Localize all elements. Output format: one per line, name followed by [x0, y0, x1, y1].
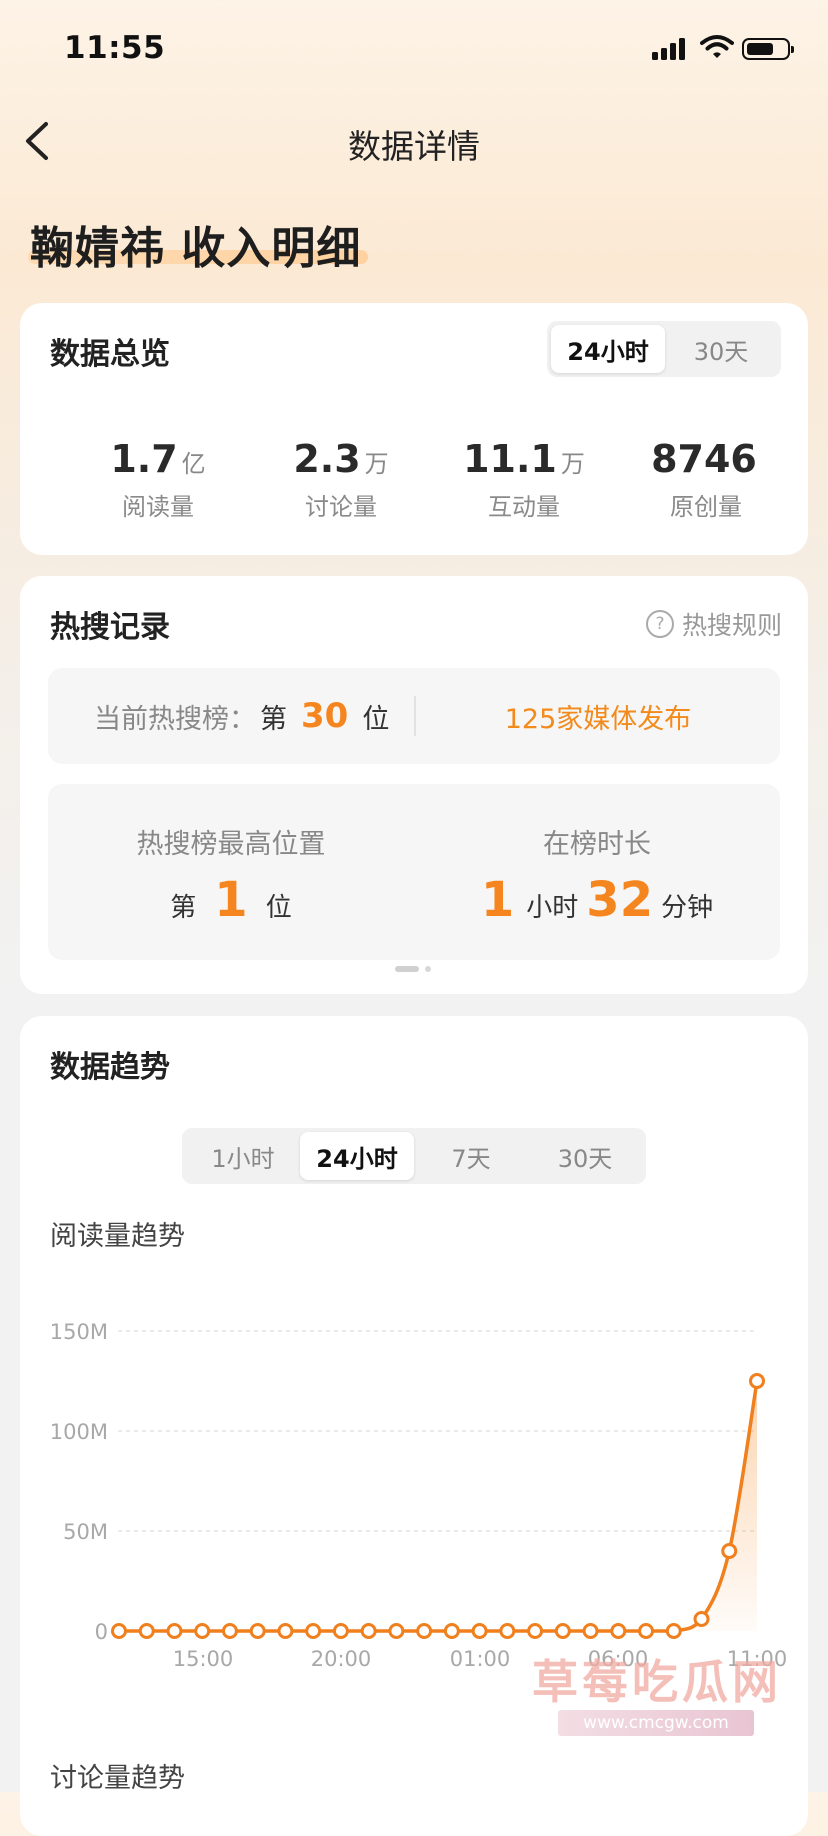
- stat-interact-value: 11.1: [463, 437, 557, 481]
- rank-summary-box: 热搜榜最高位置 第 1 位 在榜时长 1 小时 32 分钟: [48, 784, 780, 960]
- help-circle-icon: ?: [646, 610, 674, 638]
- overview-card: 数据总览 24小时 30天 1.7 亿 阅读量 2.3 万 讨论量 11.1 万 互动…: [20, 303, 808, 555]
- data-point: [305, 1623, 322, 1639]
- data-point: [443, 1623, 460, 1639]
- trend-period-switch: 1小时 24小时 7天 30天: [182, 1128, 646, 1184]
- stat-original-value: 8746: [651, 437, 757, 481]
- overview-period-switch: 24小时 30天: [547, 321, 781, 377]
- data-point: [749, 1373, 765, 1389]
- data-point: [610, 1623, 627, 1639]
- data-point: [582, 1623, 599, 1639]
- duration-minutes: 32: [586, 872, 654, 928]
- y-tick-label: 100M: [50, 1420, 108, 1444]
- data-point: [332, 1623, 349, 1639]
- stat-interact-unit: 万: [560, 450, 585, 478]
- nav-title: 数据详情: [348, 127, 480, 166]
- data-point: [416, 1623, 433, 1639]
- data-point: [693, 1611, 710, 1627]
- current-rank-row: 当前热搜榜： 第 30 位: [94, 668, 389, 764]
- data-point: [665, 1623, 682, 1639]
- cellular-signal-icon: [652, 36, 690, 60]
- tab-30d[interactable]: 30天: [665, 325, 777, 373]
- data-point: [527, 1623, 544, 1639]
- tab-trend-24h[interactable]: 24小时: [300, 1132, 414, 1180]
- data-point: [194, 1623, 211, 1639]
- y-tick-label: 0: [95, 1620, 108, 1644]
- highest-rank-value: 1: [214, 872, 248, 928]
- stat-original: 8746 原创量: [616, 437, 796, 522]
- current-rank-wei: 位: [362, 703, 390, 735]
- data-point: [277, 1623, 294, 1639]
- data-point: [111, 1623, 127, 1639]
- read-trend-chart: 150M100M50M015:00 20:00 01:00 06:00 11:00: [50, 1320, 787, 1671]
- tab-24h[interactable]: 24小时: [551, 325, 665, 373]
- hot-search-rules-link[interactable]: ? 热搜规则: [646, 606, 782, 642]
- current-rank-prefix: 当前热搜榜：: [94, 703, 256, 735]
- status-time: 11:55: [64, 30, 166, 66]
- stat-original-label: 原创量: [670, 493, 742, 521]
- current-rank-box: 当前热搜榜： 第 30 位 125家媒体发布: [48, 668, 780, 764]
- duration-hours: 1: [480, 872, 515, 928]
- tab-trend-30d[interactable]: 30天: [528, 1132, 642, 1180]
- data-point: [638, 1623, 655, 1639]
- stat-read-unit: 亿: [181, 450, 206, 478]
- page-title: 鞠婧祎 收入明细: [30, 223, 362, 274]
- data-point: [388, 1623, 405, 1639]
- x-tick-label: 20:00: [311, 1647, 372, 1671]
- series-area: [119, 1381, 757, 1631]
- duration-minutes-unit: 分钟: [661, 893, 714, 923]
- read-trend-title: 阅读量趋势: [50, 1221, 185, 1252]
- data-point: [166, 1623, 183, 1639]
- stat-discuss: 2.3 万 讨论量: [251, 437, 431, 522]
- overview-title: 数据总览: [50, 337, 170, 372]
- stat-discuss-value: 2.3: [293, 437, 361, 481]
- highest-rank-wei: 位: [265, 893, 292, 923]
- y-tick-label: 50M: [63, 1520, 108, 1544]
- stat-read: 1.7 亿 阅读量: [68, 437, 248, 522]
- x-tick-label: 01:00: [450, 1647, 511, 1671]
- data-point: [221, 1623, 238, 1639]
- stat-discuss-label: 讨论量: [305, 493, 377, 521]
- stat-discuss-unit: 万: [364, 450, 389, 478]
- data-point: [499, 1623, 516, 1639]
- wifi-icon: [700, 35, 734, 58]
- hot-search-rules-label: 热搜规则: [682, 611, 783, 640]
- duration-row: 1 小时 32 分钟: [414, 872, 780, 928]
- discuss-trend-title: 讨论量趋势: [50, 1763, 185, 1794]
- y-tick-label: 150M: [50, 1320, 108, 1344]
- watermark-text: 草莓吃瓜网: [532, 1655, 782, 1709]
- stat-interact-label: 互动量: [488, 493, 560, 521]
- media-count[interactable]: 125家媒体发布: [416, 668, 780, 764]
- data-point: [138, 1623, 155, 1639]
- duration-hours-unit: 小时: [526, 893, 579, 923]
- stat-read-label: 阅读量: [122, 493, 194, 521]
- data-point: [554, 1623, 571, 1639]
- current-rank-di: 第: [260, 703, 287, 735]
- hot-search-title: 热搜记录: [50, 610, 170, 645]
- data-point: [721, 1543, 738, 1559]
- data-point: [471, 1623, 488, 1639]
- highest-rank-di: 第: [170, 893, 197, 923]
- data-point: [249, 1623, 266, 1639]
- stat-read-value: 1.7: [110, 437, 178, 481]
- battery-icon: [742, 38, 794, 60]
- watermark-url: www.cmcgw.com: [558, 1710, 754, 1736]
- data-point: [360, 1623, 377, 1639]
- duration-label: 在榜时长: [543, 829, 651, 860]
- tab-7d[interactable]: 7天: [414, 1132, 528, 1180]
- trend-title: 数据趋势: [50, 1050, 170, 1085]
- highest-rank-label: 热搜榜最高位置: [136, 829, 326, 860]
- highest-rank-row: 第 1 位: [48, 872, 414, 928]
- tab-1h[interactable]: 1小时: [186, 1132, 300, 1180]
- series-line: [119, 1380, 759, 1633]
- hot-search-card: 热搜记录 ? 热搜规则 当前热搜榜： 第 30 位 125家媒体发布 热搜榜最高…: [20, 576, 808, 994]
- current-rank-value: 30: [301, 696, 349, 736]
- x-tick-label: 15:00: [173, 1647, 234, 1671]
- stat-interact: 11.1 万 互动量: [434, 437, 614, 522]
